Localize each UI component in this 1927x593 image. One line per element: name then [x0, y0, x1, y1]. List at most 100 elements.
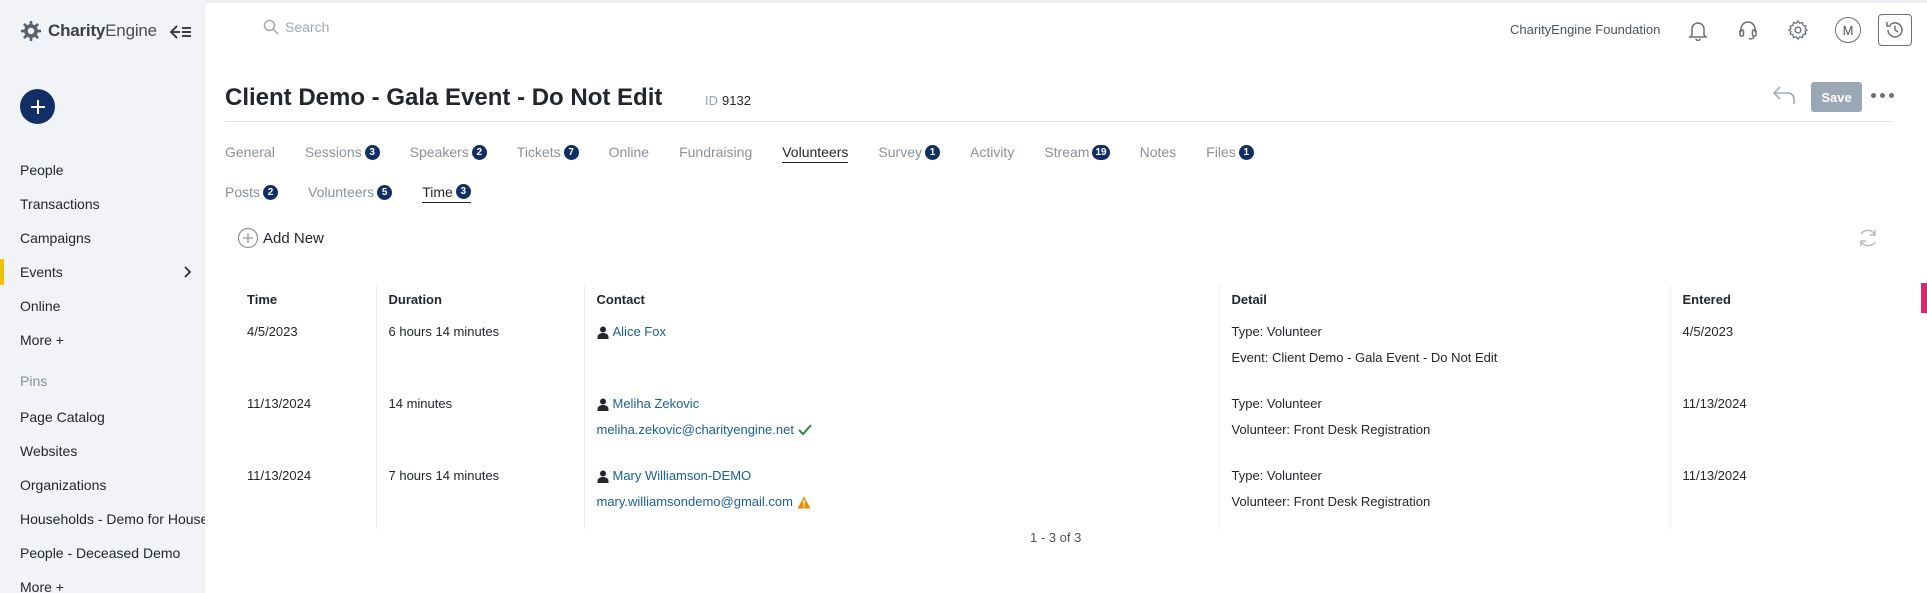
tab-count-badge: 3	[364, 144, 380, 160]
table-row[interactable]: 11/13/2024 14 minutes Meliha Zekovic mel…	[235, 385, 1813, 457]
tab-volunteers[interactable]: Volunteers	[782, 141, 849, 163]
column-header-time[interactable]: Time	[235, 285, 376, 313]
tab-count-badge: 3	[455, 184, 471, 199]
column-header-detail[interactable]: Detail	[1218, 285, 1670, 313]
warning-triangle-icon	[797, 496, 811, 508]
pin-item[interactable]: Households - Demo for Households	[0, 502, 205, 536]
contact-email-link[interactable]: mary.williamsondemo@gmail.com	[597, 489, 793, 515]
nav-item-events[interactable]: Events	[0, 255, 205, 289]
tab-survey[interactable]: Survey 1	[878, 141, 940, 163]
table-row[interactable]: 4/5/2023 6 hours 14 minutes Alice Fox Ty…	[235, 313, 1813, 385]
pin-item[interactable]: Organizations	[0, 468, 205, 502]
nav-item-events-label: Events	[20, 264, 63, 280]
tab-count-badge: 5	[377, 184, 393, 200]
pin-item[interactable]: People - Deceased Demo	[0, 536, 205, 570]
subtab-volunteers[interactable]: Volunteers 5	[308, 181, 393, 203]
cell-contact: Alice Fox	[583, 313, 1219, 385]
contact-name-link[interactable]: Meliha Zekovic	[613, 391, 700, 417]
pin-item-more[interactable]: More +	[0, 570, 205, 593]
detail-event: Event: Client Demo - Gala Event - Do Not…	[1231, 350, 1498, 365]
charityengine-logo[interactable]: CharityEngine	[20, 20, 157, 42]
pagination-summary: 1 - 3 of 3	[1030, 530, 1082, 545]
tab-online[interactable]: Online	[609, 141, 649, 163]
pin-item[interactable]: Websites	[0, 434, 205, 468]
subtab-posts[interactable]: Posts 2	[225, 181, 279, 203]
search-box[interactable]	[263, 19, 545, 35]
cell-detail: Type: Volunteer Volunteer: Front Desk Re…	[1218, 385, 1670, 457]
app-root: CharityEngine People Transactions Campai…	[0, 0, 1927, 593]
secondary-tabs: Posts 2 Volunteers 5 Time 3	[225, 181, 501, 203]
search-icon	[263, 19, 279, 35]
tab-notes[interactable]: Notes	[1140, 141, 1177, 163]
history-button[interactable]	[1878, 14, 1912, 46]
record-id: ID 9132	[705, 93, 751, 108]
tab-fundraising[interactable]: Fundraising	[679, 141, 752, 163]
column-header-contact[interactable]: Contact	[583, 285, 1219, 313]
table-row[interactable]: 11/13/2024 7 hours 14 minutes Mary Willi…	[235, 457, 1813, 529]
cell-time: 11/13/2024	[247, 396, 312, 411]
table-header-row: Time Duration Contact Detail Entered	[235, 285, 1813, 313]
nav-item-people[interactable]: People	[0, 153, 205, 187]
contact-email-link[interactable]: meliha.zekovic@charityengine.net	[597, 417, 794, 443]
undo-icon[interactable]	[1771, 84, 1797, 106]
tab-count-badge: 2	[263, 184, 279, 200]
detail-type: Type: Volunteer	[1231, 396, 1322, 411]
pins-heading: Pins	[20, 373, 48, 389]
column-header-duration[interactable]: Duration	[375, 285, 584, 313]
cell-time: 4/5/2023	[247, 324, 298, 339]
add-circle-icon	[237, 227, 259, 249]
pin-item[interactable]: Page Catalog	[0, 400, 205, 434]
save-button[interactable]: Save	[1811, 82, 1862, 112]
cell-entered: 11/13/2024	[1669, 457, 1813, 529]
pins-list: Page Catalog Websites Organizations Hous…	[0, 400, 205, 593]
bell-icon	[1688, 22, 1708, 41]
subtab-time[interactable]: Time 3	[422, 181, 471, 203]
history-icon	[1886, 22, 1903, 38]
tab-count-badge: 2	[471, 144, 487, 160]
tab-speakers[interactable]: Speakers 2	[410, 141, 487, 163]
organization-name[interactable]: CharityEngine Foundation	[1510, 22, 1660, 37]
record-id-value: 9132	[722, 93, 751, 108]
tab-tickets[interactable]: Tickets 7	[517, 141, 579, 163]
contact-name-link[interactable]: Alice Fox	[613, 319, 666, 345]
settings-button[interactable]	[1785, 17, 1811, 43]
tab-count-badge: 7	[563, 144, 579, 160]
user-avatar[interactable]: M	[1835, 17, 1861, 43]
more-options-icon[interactable]	[1871, 88, 1897, 102]
tab-activity[interactable]: Activity	[970, 141, 1014, 163]
person-icon	[597, 470, 608, 483]
feedback-tab-marker[interactable]	[1921, 283, 1927, 313]
column-header-entered[interactable]: Entered	[1669, 285, 1813, 313]
cell-detail: Type: Volunteer Volunteer: Front Desk Re…	[1218, 457, 1670, 529]
cell-entered: 4/5/2023	[1669, 313, 1813, 385]
cell-entered: 11/13/2024	[1669, 385, 1813, 457]
person-icon	[597, 398, 608, 411]
tab-count-badge: 1	[924, 144, 940, 160]
cell-contact: Meliha Zekovic meliha.zekovic@charityeng…	[583, 385, 1219, 457]
volunteer-time-table: Time Duration Contact Detail Entered 4/5…	[235, 285, 1813, 529]
tab-count-badge: 19	[1092, 144, 1110, 160]
collapse-sidebar-icon[interactable]	[168, 23, 192, 41]
cell-time: 11/13/2024	[247, 468, 312, 483]
cell-duration: 14 minutes	[375, 385, 584, 457]
notifications-button[interactable]	[1685, 17, 1711, 43]
tab-sessions[interactable]: Sessions 3	[305, 141, 380, 163]
headset-icon	[1739, 21, 1757, 40]
nav-item-online[interactable]: Online	[0, 289, 205, 323]
refresh-icon[interactable]	[1856, 226, 1880, 250]
nav-item-more[interactable]: More +	[0, 323, 205, 357]
top-bar: CharityEngine Foundation M	[205, 0, 1927, 56]
nav-item-transactions[interactable]: Transactions	[0, 187, 205, 221]
nav-item-campaigns[interactable]: Campaigns	[0, 221, 205, 255]
tab-files[interactable]: Files 1	[1206, 141, 1254, 163]
create-new-button[interactable]	[20, 89, 55, 124]
support-button[interactable]	[1735, 17, 1761, 43]
cell-detail: Type: Volunteer Event: Client Demo - Gal…	[1218, 313, 1670, 385]
contact-name-link[interactable]: Mary Williamson-DEMO	[613, 463, 752, 489]
add-new-button[interactable]: Add New	[237, 227, 324, 249]
tab-general[interactable]: General	[225, 141, 275, 163]
search-input[interactable]	[285, 19, 545, 35]
detail-type: Type: Volunteer	[1231, 324, 1322, 339]
tab-stream[interactable]: Stream 19	[1044, 141, 1110, 163]
detail-type: Type: Volunteer	[1231, 468, 1322, 483]
